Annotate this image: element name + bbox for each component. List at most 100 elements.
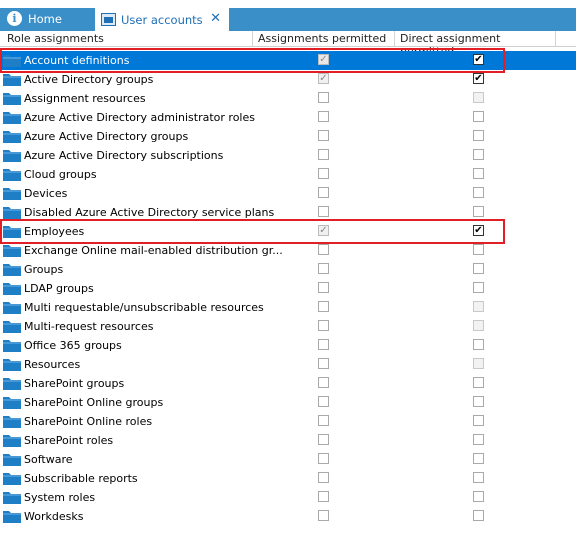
table-row[interactable]: Azure Active Directory groups (0, 127, 576, 146)
table-row[interactable]: SharePoint Online roles (0, 412, 576, 431)
table-row[interactable]: Subscribable reports (0, 469, 576, 488)
assignments-permitted-checkbox[interactable] (318, 434, 329, 445)
tab-home-label: Home (28, 11, 62, 26)
assignments-permitted-checkbox[interactable] (318, 263, 329, 274)
table-row[interactable]: Multi requestable/unsubscribable resourc… (0, 298, 576, 317)
table-row[interactable]: Account definitions ✓ ✔ (0, 51, 576, 70)
table-row[interactable]: Resources (0, 355, 576, 374)
column-direct-assignment-permitted[interactable]: Direct assignment permitted (395, 32, 555, 58)
assignments-permitted-checkbox[interactable] (318, 377, 329, 388)
table-row[interactable]: Devices (0, 184, 576, 203)
table-row[interactable]: SharePoint Online groups (0, 393, 576, 412)
assignments-permitted-checkbox: ✓ (318, 54, 329, 65)
folder-icon (3, 130, 21, 143)
row-label: Exchange Online mail-enabled distributio… (24, 244, 283, 257)
row-label: Azure Active Directory subscriptions (24, 149, 224, 162)
direct-assignment-checkbox[interactable] (473, 434, 484, 445)
direct-assignment-checkbox[interactable] (473, 377, 484, 388)
direct-assignment-checkbox[interactable]: ✔ (473, 73, 484, 84)
table-row[interactable]: Software (0, 450, 576, 469)
table-row[interactable]: Workdesks (0, 507, 576, 526)
row-label: Devices (24, 187, 68, 200)
table-row[interactable]: Active Directory groups ✓ ✔ (0, 70, 576, 89)
assignments-permitted-checkbox[interactable] (318, 491, 329, 502)
direct-assignment-checkbox (473, 92, 484, 103)
row-label: Employees (24, 225, 85, 238)
column-assignments-permitted[interactable]: Assignments permitted (253, 32, 394, 46)
table-row[interactable]: Cloud groups (0, 165, 576, 184)
direct-assignment-checkbox[interactable] (473, 244, 484, 255)
row-label: Active Directory groups (24, 73, 154, 86)
assignments-permitted-checkbox[interactable] (318, 396, 329, 407)
direct-assignment-checkbox[interactable] (473, 168, 484, 179)
assignments-permitted-checkbox: ✓ (318, 225, 329, 236)
folder-icon (3, 149, 21, 162)
assignments-permitted-checkbox[interactable] (318, 111, 329, 122)
table-row[interactable]: Exchange Online mail-enabled distributio… (0, 241, 576, 260)
assignments-permitted-checkbox[interactable] (318, 301, 329, 312)
assignments-permitted-checkbox[interactable] (318, 510, 329, 521)
row-label: Disabled Azure Active Directory service … (24, 206, 275, 219)
direct-assignment-checkbox[interactable] (473, 263, 484, 274)
direct-assignment-checkbox[interactable] (473, 111, 484, 122)
direct-assignment-checkbox[interactable] (473, 206, 484, 217)
folder-icon (3, 396, 21, 409)
table-row[interactable]: Disabled Azure Active Directory service … (0, 203, 576, 222)
tab-user-accounts[interactable]: User accounts ✕ (95, 8, 229, 31)
assignments-permitted-checkbox[interactable] (318, 187, 329, 198)
direct-assignment-checkbox[interactable] (473, 130, 484, 141)
row-label: SharePoint Online groups (24, 396, 164, 409)
assignments-permitted-checkbox[interactable] (318, 415, 329, 426)
assignments-permitted-checkbox[interactable] (318, 339, 329, 350)
assignments-permitted-checkbox[interactable] (318, 282, 329, 293)
folder-icon (3, 54, 21, 67)
column-role-assignments[interactable]: Role assignments (2, 32, 252, 46)
direct-assignment-checkbox[interactable] (473, 491, 484, 502)
direct-assignment-checkbox[interactable] (473, 510, 484, 521)
assignments-permitted-checkbox[interactable] (318, 358, 329, 369)
assignments-permitted-checkbox[interactable] (318, 320, 329, 331)
assignments-permitted-checkbox[interactable] (318, 168, 329, 179)
folder-icon (3, 301, 21, 314)
table-row[interactable]: Azure Active Directory administrator rol… (0, 108, 576, 127)
assignments-permitted-checkbox[interactable] (318, 244, 329, 255)
table-row[interactable]: LDAP groups (0, 279, 576, 298)
direct-assignment-checkbox (473, 301, 484, 312)
assignments-permitted-checkbox[interactable] (318, 92, 329, 103)
direct-assignment-checkbox[interactable] (473, 282, 484, 293)
assignments-permitted-checkbox[interactable] (318, 453, 329, 464)
row-label: Assignment resources (24, 92, 146, 105)
table-row[interactable]: Assignment resources (0, 89, 576, 108)
folder-icon (3, 510, 21, 523)
table-row[interactable]: SharePoint roles (0, 431, 576, 450)
table-row[interactable]: Groups (0, 260, 576, 279)
table-row[interactable]: SharePoint groups (0, 374, 576, 393)
table-row[interactable]: Multi-request resources (0, 317, 576, 336)
folder-icon (3, 206, 21, 219)
direct-assignment-checkbox[interactable] (473, 472, 484, 483)
direct-assignment-checkbox[interactable]: ✔ (473, 54, 484, 65)
table-row[interactable]: Employees ✓ ✔ (0, 222, 576, 241)
direct-assignment-checkbox[interactable]: ✔ (473, 225, 484, 236)
assignments-permitted-checkbox[interactable] (318, 130, 329, 141)
tab-home[interactable]: i Home (0, 8, 92, 29)
row-label: Cloud groups (24, 168, 97, 181)
direct-assignment-checkbox[interactable] (473, 187, 484, 198)
table-row[interactable]: Azure Active Directory subscriptions (0, 146, 576, 165)
assignments-permitted-checkbox[interactable] (318, 206, 329, 217)
assignments-permitted-checkbox[interactable] (318, 472, 329, 483)
row-label: Account definitions (24, 54, 130, 67)
assignments-permitted-checkbox[interactable] (318, 149, 329, 160)
column-divider[interactable] (555, 31, 556, 46)
close-icon[interactable]: ✕ (210, 11, 221, 26)
tab-user-accounts-label: User accounts (121, 12, 203, 27)
row-label: Resources (24, 358, 81, 371)
direct-assignment-checkbox[interactable] (473, 149, 484, 160)
direct-assignment-checkbox[interactable] (473, 453, 484, 464)
folder-icon (3, 434, 21, 447)
direct-assignment-checkbox[interactable] (473, 396, 484, 407)
table-row[interactable]: System roles (0, 488, 576, 507)
table-row[interactable]: Office 365 groups (0, 336, 576, 355)
direct-assignment-checkbox[interactable] (473, 415, 484, 426)
direct-assignment-checkbox[interactable] (473, 339, 484, 350)
